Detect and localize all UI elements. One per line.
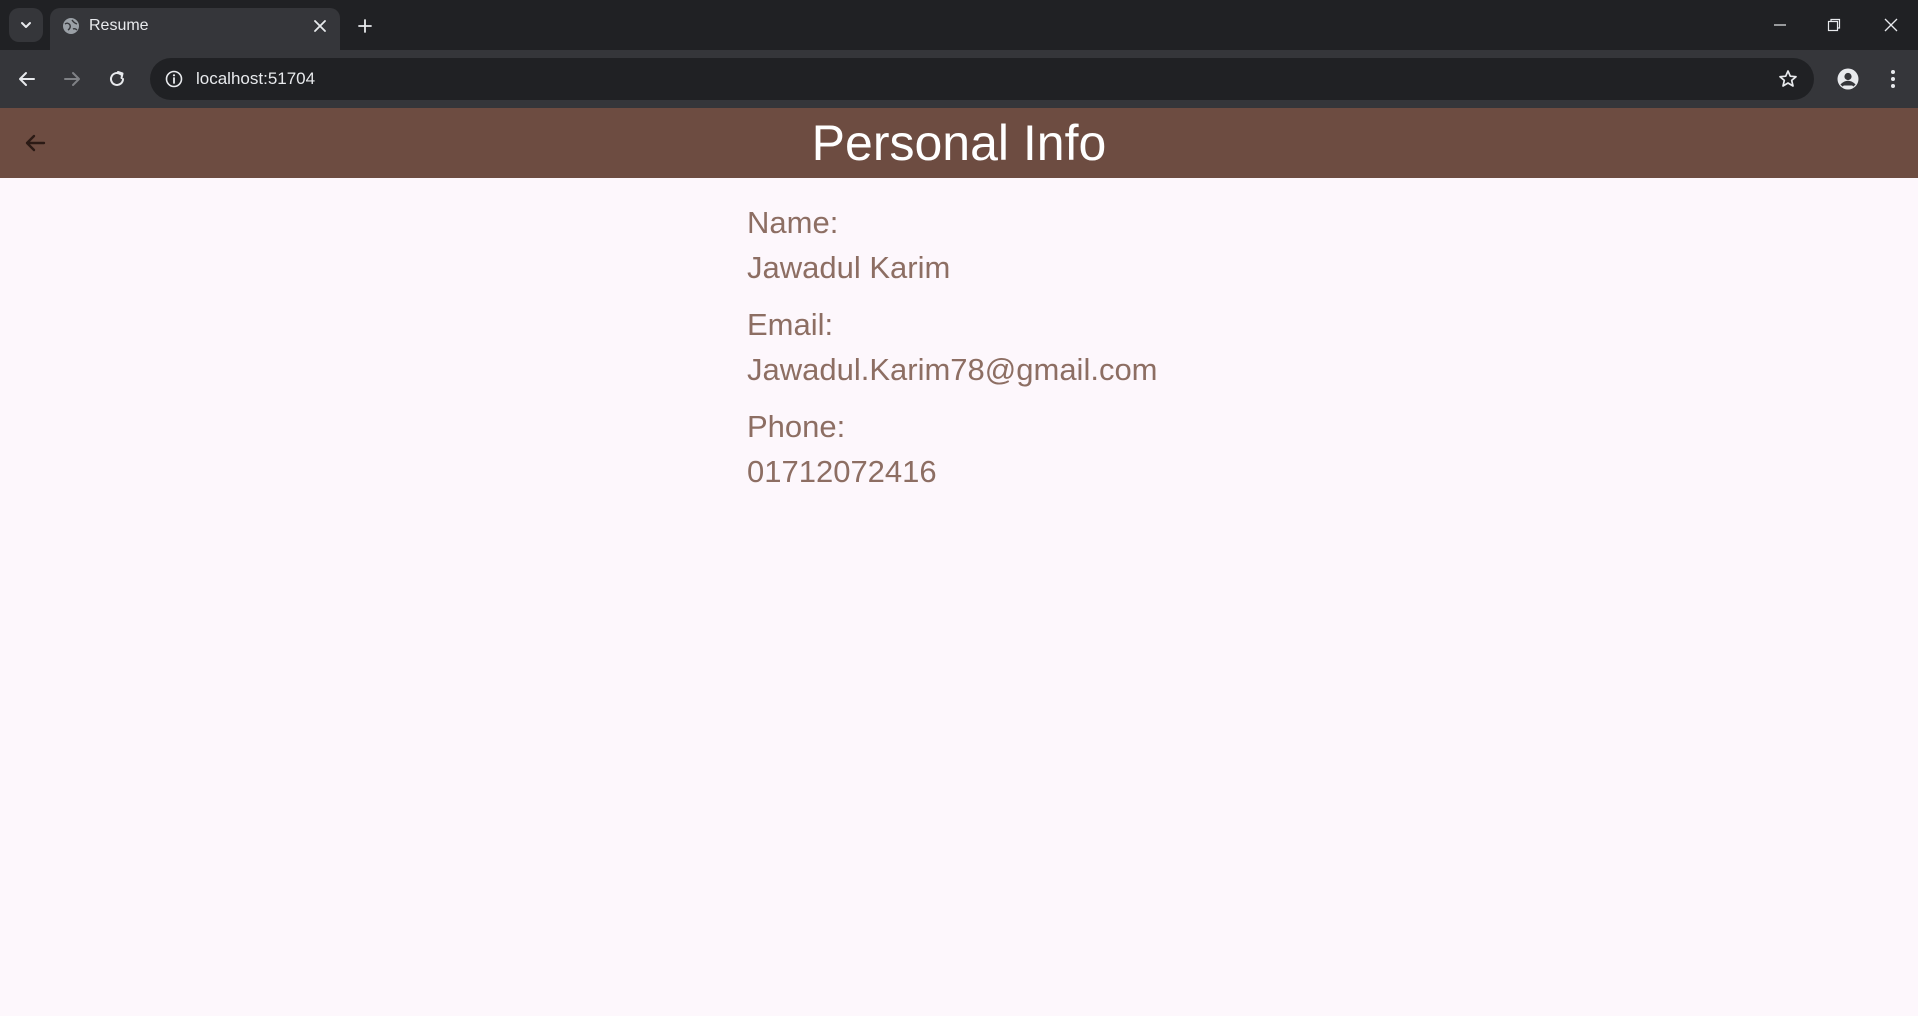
globe-icon xyxy=(63,18,79,34)
browser-menu-button[interactable] xyxy=(1876,62,1910,96)
star-icon xyxy=(1779,70,1797,87)
arrow-left-icon xyxy=(19,72,35,86)
phone-field: Phone: 01712072416 xyxy=(747,404,1447,494)
tab-title: Resume xyxy=(89,17,149,34)
email-value: Jawadul.Karim78@gmail.com xyxy=(747,352,1158,387)
kebab-menu-icon xyxy=(1891,70,1895,88)
arrow-right-icon xyxy=(64,72,80,86)
restore-icon xyxy=(1827,18,1841,32)
restore-window-button[interactable] xyxy=(1814,8,1854,42)
bookmark-button[interactable] xyxy=(1774,65,1802,93)
minimize-icon xyxy=(1774,24,1786,26)
app-bar: Personal Info xyxy=(0,108,1918,178)
name-field: Name: Jawadul Karim xyxy=(747,200,1447,290)
chevron-down-icon xyxy=(21,22,31,28)
reload-button[interactable] xyxy=(100,62,134,96)
new-tab-button[interactable] xyxy=(351,12,379,40)
app-back-button[interactable] xyxy=(17,125,53,161)
email-label: Email: xyxy=(747,307,834,342)
back-button[interactable] xyxy=(10,62,44,96)
site-info-button[interactable] xyxy=(160,65,188,93)
url-text[interactable]: localhost:51704 xyxy=(196,69,315,89)
name-value: Jawadul Karim xyxy=(747,250,951,285)
phone-label: Phone: xyxy=(747,409,846,444)
minimize-window-button[interactable] xyxy=(1760,8,1800,42)
profile-button[interactable] xyxy=(1831,62,1865,96)
personal-info-content: Name: Jawadul Karim Email: Jawadul.Karim… xyxy=(747,200,1447,506)
arrow-left-icon xyxy=(25,134,46,152)
address-bar[interactable]: localhost:51704 xyxy=(150,58,1814,100)
close-icon xyxy=(1884,18,1898,32)
profile-icon xyxy=(1837,68,1859,90)
page-title: Personal Info xyxy=(811,115,1107,171)
close-window-button[interactable] xyxy=(1871,8,1911,42)
tab-close-button[interactable] xyxy=(310,16,330,36)
close-icon xyxy=(314,20,326,32)
plus-icon xyxy=(358,19,372,33)
tab-search-button[interactable] xyxy=(9,8,43,42)
browser-tab-resume[interactable]: Resume xyxy=(50,8,340,50)
info-icon xyxy=(165,70,183,88)
reload-icon xyxy=(110,71,124,86)
forward-button[interactable] xyxy=(55,62,89,96)
phone-value: 01712072416 xyxy=(747,454,937,489)
browser-toolbar: localhost:51704 xyxy=(0,50,1918,108)
name-label: Name: xyxy=(747,205,839,240)
email-field: Email: Jawadul.Karim78@gmail.com xyxy=(747,302,1447,392)
browser-tab-strip: Resume xyxy=(0,0,1918,50)
